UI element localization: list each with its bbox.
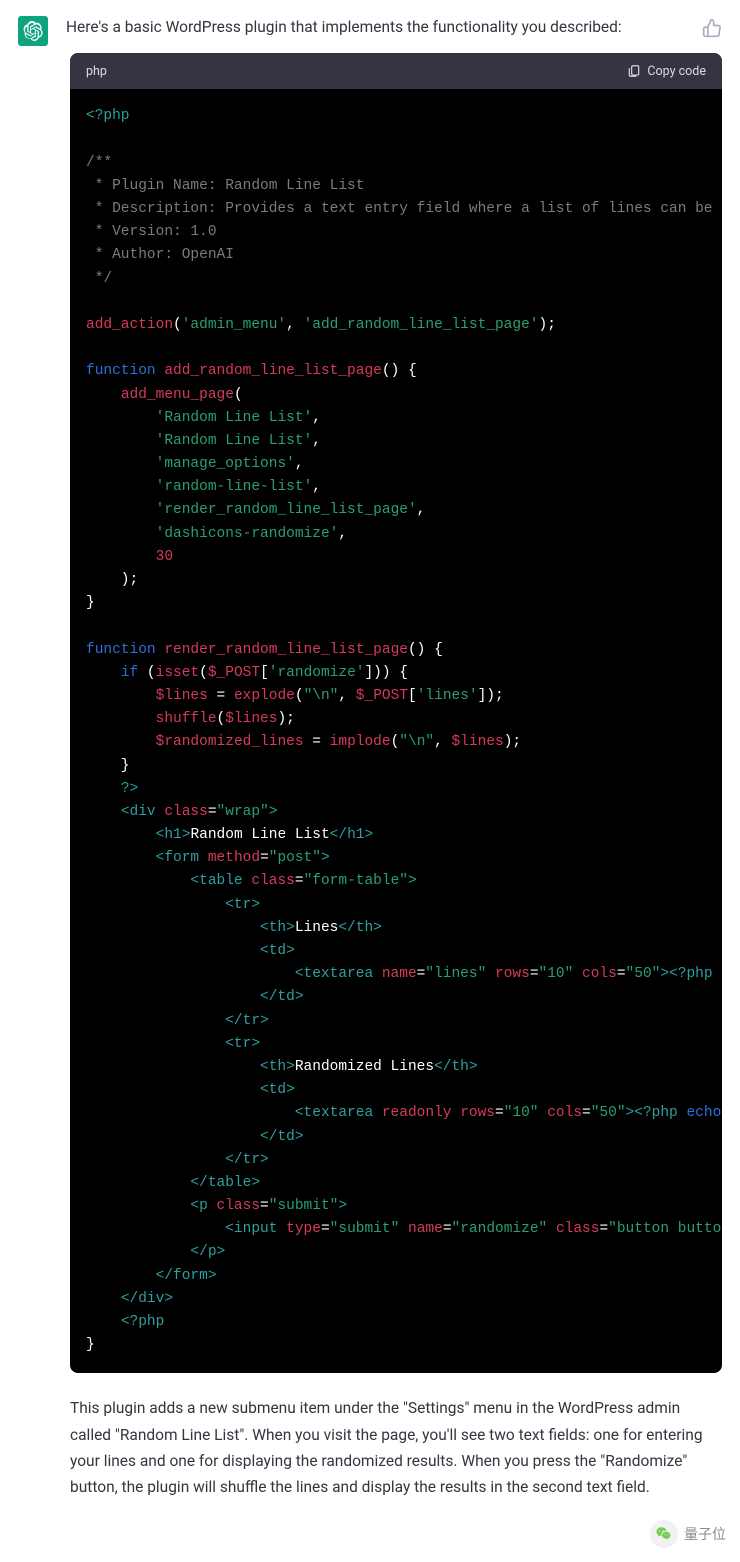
code-block-header: php Copy code	[70, 53, 722, 89]
code-block: php Copy code <?php /** * Plugin Name: R…	[70, 53, 722, 1373]
assistant-outro-text: This plugin adds a new submenu item unde…	[70, 1395, 722, 1524]
code-content: <?php /** * Plugin Name: Random Line Lis…	[70, 89, 722, 1373]
code-language-label: php	[86, 64, 107, 79]
assistant-message: Here's a basic WordPress plugin that imp…	[0, 0, 740, 53]
assistant-intro-text: Here's a basic WordPress plugin that imp…	[66, 16, 722, 39]
thumbs-up-icon[interactable]	[702, 18, 722, 38]
assistant-avatar	[18, 16, 48, 46]
watermark-text: 量子位	[684, 1524, 726, 1544]
code-scroll-area[interactable]: <?php /** * Plugin Name: Random Line Lis…	[70, 89, 722, 1373]
watermark: 量子位	[650, 1520, 726, 1548]
clipboard-icon	[627, 64, 641, 78]
copy-code-button[interactable]: Copy code	[627, 64, 706, 79]
wechat-icon	[650, 1520, 678, 1548]
copy-code-label: Copy code	[647, 64, 706, 79]
